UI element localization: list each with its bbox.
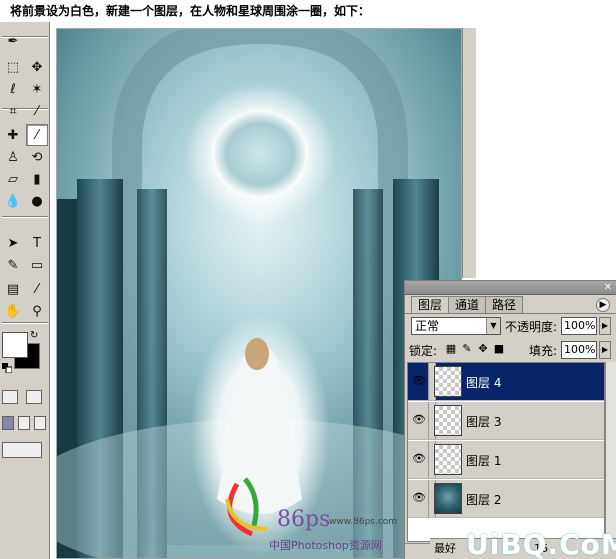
shape-tool-icon[interactable]: ▭ bbox=[26, 254, 48, 276]
jump-to-imageready-button[interactable] bbox=[2, 442, 42, 458]
layer-list-scrollbar[interactable] bbox=[605, 362, 616, 542]
blur-tool-icon[interactable]: 💧 bbox=[2, 190, 24, 212]
lock-position-icon[interactable]: ✥ bbox=[477, 342, 489, 356]
layer-name: 图层 3 bbox=[466, 415, 502, 429]
notes-tool-icon[interactable]: ▤ bbox=[2, 278, 24, 300]
eye-icon[interactable]: 👁 bbox=[410, 490, 428, 506]
chevron-down-icon: ▼ bbox=[486, 318, 500, 334]
default-colors-icon[interactable] bbox=[2, 362, 13, 374]
layer-thumbnail bbox=[434, 366, 462, 397]
tab-divider bbox=[405, 313, 616, 314]
layer-list: 👁 图层 4 👁 图层 3 👁 图层 1 👁 图层 2 bbox=[407, 362, 605, 542]
healing-brush-tool-icon[interactable]: ✚ bbox=[2, 124, 24, 146]
layer-row[interactable]: 👁 图层 3 bbox=[408, 402, 604, 440]
quick-mask-button[interactable] bbox=[26, 390, 42, 404]
layer-row[interactable]: 👁 图层 4 bbox=[408, 363, 604, 401]
gradient-tool-icon[interactable]: ▮ bbox=[26, 168, 48, 190]
layer-row[interactable]: 👁 图层 1 bbox=[408, 441, 604, 479]
layers-panel: ✕ 图层 通道 路径 ▶ 正常 ▼ 不透明度: 100% ▶ 锁定: ▦ ✎ ✥… bbox=[404, 280, 616, 559]
eye-icon[interactable]: 👁 bbox=[410, 412, 428, 428]
toolbox: ↻ ✒ ⬚ ✥ ℓ ✶ ⌗ ⁄ ✚ ⁄ ♙ ⟲ ▱ ▮ 💧 ● ➤ T ✎ ▭ ▤ ⁄ ✋ ⚲ bbox=[0, 22, 50, 559]
standard-mode-button[interactable] bbox=[2, 390, 18, 404]
slice-tool-icon[interactable]: ⁄ bbox=[26, 100, 48, 122]
feather-icon[interactable]: ✒ bbox=[2, 30, 24, 52]
eyedropper-tool-icon[interactable]: ⁄ bbox=[26, 278, 48, 300]
opacity-label: 不透明度: bbox=[505, 320, 558, 334]
path-select-tool-icon[interactable]: ➤ bbox=[2, 232, 24, 254]
panel-tabs: 图层 通道 路径 bbox=[411, 296, 524, 313]
watermark-url: www.86ps.com bbox=[329, 517, 398, 527]
eye-icon[interactable]: 👁 bbox=[410, 373, 428, 389]
foreground-color-swatch[interactable] bbox=[2, 332, 28, 358]
crop-tool-icon[interactable]: ⌗ bbox=[2, 100, 24, 122]
watermark-cn: 中国Photoshop资源网 bbox=[269, 539, 382, 552]
panel-titlebar[interactable]: ✕ bbox=[405, 281, 616, 295]
lock-all-icon[interactable]: ■ bbox=[493, 342, 505, 356]
move-tool-icon[interactable]: ✥ bbox=[26, 56, 48, 78]
fill-arrow-icon[interactable]: ▶ bbox=[599, 341, 611, 359]
fill-field[interactable]: 100% bbox=[561, 341, 597, 359]
close-icon[interactable]: ✕ bbox=[604, 282, 612, 293]
layer-row[interactable]: 👁 图层 2 bbox=[408, 480, 604, 518]
zoom-tool-icon[interactable]: ⚲ bbox=[26, 300, 48, 322]
tutorial-headline: 将前景设为白色，新建一个图层，在人物和星球周围涂一圈，如下： bbox=[10, 4, 371, 18]
pen-tool-icon[interactable]: ✎ bbox=[2, 254, 24, 276]
site-watermark: UiBQ.CoM bbox=[466, 528, 616, 559]
history-brush-tool-icon[interactable]: ⟲ bbox=[26, 146, 48, 168]
clone-stamp-tool-icon[interactable]: ♙ bbox=[2, 146, 24, 168]
tab-paths[interactable]: 路径 bbox=[485, 296, 524, 313]
marquee-tool-icon[interactable]: ⬚ bbox=[2, 56, 24, 78]
layer-name: 图层 2 bbox=[466, 493, 502, 507]
tab-channels[interactable]: 通道 bbox=[448, 296, 487, 313]
status-text: 最好 bbox=[434, 542, 456, 555]
magic-wand-tool-icon[interactable]: ✶ bbox=[26, 78, 48, 100]
canvas-side-strip bbox=[462, 28, 476, 278]
layer-thumbnail bbox=[434, 444, 462, 475]
panel-menu-icon[interactable]: ▶ bbox=[596, 298, 610, 312]
toolbox-divider bbox=[2, 216, 48, 218]
screen-mode-standard-button[interactable] bbox=[2, 416, 14, 430]
brush-tool-icon[interactable]: ⁄ bbox=[26, 124, 48, 146]
layer-name: 图层 4 bbox=[466, 376, 502, 390]
canvas-artwork bbox=[57, 29, 461, 558]
dodge-tool-icon[interactable]: ● bbox=[26, 190, 48, 212]
screen-mode-full-button[interactable] bbox=[34, 416, 46, 430]
watermark-brand: 86ps bbox=[277, 507, 331, 532]
opacity-field[interactable]: 100% bbox=[561, 317, 597, 335]
hand-tool-icon[interactable]: ✋ bbox=[2, 300, 24, 322]
blend-mode-value: 正常 bbox=[415, 319, 440, 333]
blend-mode-select[interactable]: 正常 ▼ bbox=[411, 317, 501, 335]
screen-mode-full-menu-button[interactable] bbox=[18, 416, 30, 430]
eraser-tool-icon[interactable]: ▱ bbox=[2, 168, 24, 190]
fill-label: 填充: bbox=[529, 344, 558, 358]
opacity-arrow-icon[interactable]: ▶ bbox=[599, 317, 611, 335]
document-canvas[interactable]: 86ps www.86ps.com 中国Photoshop资源网 bbox=[56, 28, 462, 559]
layer-thumbnail bbox=[434, 405, 462, 436]
lock-transparency-icon[interactable]: ▦ bbox=[445, 342, 457, 356]
layer-thumbnail bbox=[434, 483, 462, 514]
swap-colors-icon[interactable]: ↻ bbox=[30, 330, 38, 341]
eye-icon[interactable]: 👁 bbox=[410, 451, 428, 467]
toolbox-divider bbox=[2, 322, 48, 324]
type-tool-icon[interactable]: T bbox=[26, 232, 48, 254]
lock-label: 锁定: bbox=[409, 344, 438, 358]
lock-image-icon[interactable]: ✎ bbox=[461, 342, 473, 356]
tab-layers[interactable]: 图层 bbox=[411, 296, 450, 313]
layer-name: 图层 1 bbox=[466, 454, 502, 468]
lasso-tool-icon[interactable]: ℓ bbox=[2, 78, 24, 100]
